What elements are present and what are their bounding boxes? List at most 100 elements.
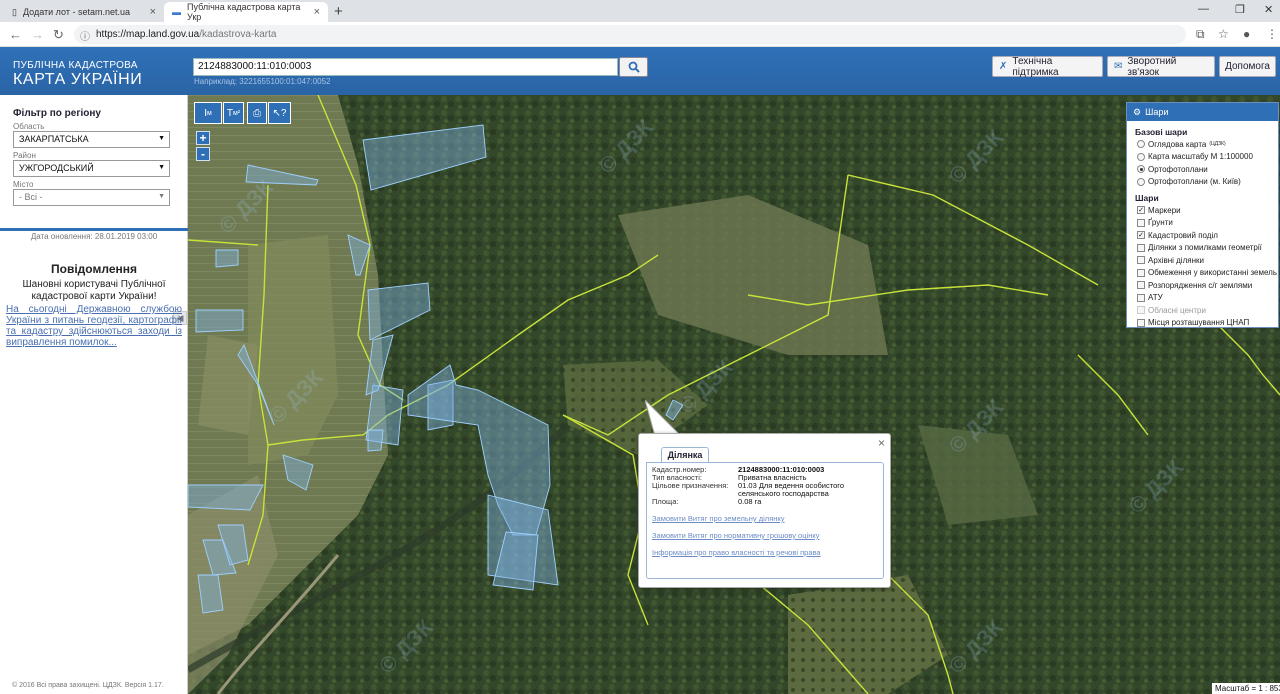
layer-label: Ґрунти xyxy=(1148,218,1173,228)
ownership-info-link[interactable]: Інформація про право власності та речові… xyxy=(652,548,878,557)
tab-parcel[interactable]: Ділянка xyxy=(661,447,709,462)
layer-restrictions[interactable]: Обмеження у використанні земель xyxy=(1137,268,1278,279)
close-tab-icon[interactable]: × xyxy=(314,6,320,18)
flag-icon: ▬ xyxy=(172,7,181,17)
layer-geometry-errors[interactable]: Ділянки з помилками геометрії xyxy=(1137,243,1278,254)
row-key: Цільове призначення: xyxy=(652,481,729,490)
maximize-icon[interactable]: ❐ xyxy=(1235,3,1245,16)
logo-line1: ПУБЛІЧНА КАДАСТРОВА xyxy=(13,60,138,71)
layers-title: Шари xyxy=(1145,107,1169,117)
parcel-info-body: Кадастр.номер: 2124883000:11:010:0003 Тип… xyxy=(646,462,884,579)
layer-label: Обласні центри xyxy=(1148,305,1206,315)
checkbox-checked[interactable]: ✓ xyxy=(1137,231,1145,240)
checkbox[interactable] xyxy=(1137,281,1145,290)
browser-tab-kadastr[interactable]: ▬ Публічна кадастрова карта Укр × xyxy=(164,2,328,22)
rayon-select[interactable]: УЖГОРОДСЬКИЙ ▼ xyxy=(13,160,170,177)
checkbox[interactable] xyxy=(1137,256,1145,265)
base-layer-orthophoto[interactable]: Ортофотоплани xyxy=(1137,164,1278,175)
reload-icon[interactable]: ↻ xyxy=(53,27,64,43)
base-layers-title: Базові шари xyxy=(1135,127,1188,137)
order-valuation-extract-link[interactable]: Замовити Витяг про нормативну грошову оц… xyxy=(652,531,878,540)
minimize-icon[interactable]: — xyxy=(1198,3,1209,15)
oblast-select[interactable]: ЗАКАРПАТСЬКА ▼ xyxy=(13,131,170,148)
address-bar: ← → ↻ ⓘ https://map.land.gov.ua/kadastro… xyxy=(0,22,1280,47)
misto-select[interactable]: - Всі - ▼ xyxy=(13,189,170,206)
browser-tab-setam[interactable]: ▯ Додати лот - setam.net.ua × xyxy=(4,2,164,22)
cadastral-search-input[interactable]: 2124883000:11:010:0003 xyxy=(193,58,618,76)
layer-soils[interactable]: Ґрунти xyxy=(1137,218,1278,229)
layer-cadastral[interactable]: ✓ Кадастровий поділ xyxy=(1137,230,1278,241)
print-button[interactable]: ⎙ xyxy=(247,102,267,124)
layer-cnap[interactable]: Місця розташування ЦНАП xyxy=(1137,318,1278,329)
measure-area-unit: м² xyxy=(232,109,241,117)
new-tab-button[interactable]: + xyxy=(334,3,343,20)
layer-label: Обмеження у використанні земель xyxy=(1148,268,1277,278)
help-button[interactable]: Допомога xyxy=(1219,56,1276,77)
translate-icon[interactable]: ⧉ xyxy=(1196,27,1205,42)
info-icon[interactable]: ⓘ xyxy=(80,28,90,43)
checkbox-checked[interactable]: ✓ xyxy=(1137,206,1145,215)
layer-label: Маркери xyxy=(1148,205,1181,215)
misto-label: Місто xyxy=(13,180,34,189)
measure-length-button[interactable]: Iм xyxy=(194,102,222,124)
checkbox[interactable] xyxy=(1137,243,1145,252)
bookmark-star-icon[interactable]: ☆ xyxy=(1218,27,1229,41)
logo-line2: КАРТА УКРАЇНИ xyxy=(13,71,143,88)
map-view[interactable]: © ДЗК © ДЗК © ДЗК © ДЗК © ДЗК © ДЗК © ДЗ… xyxy=(188,95,1280,694)
layer-agri-disposal[interactable]: Розпорядження с/г землями xyxy=(1137,280,1278,291)
layer-atu[interactable]: АТУ xyxy=(1137,293,1278,304)
identify-button[interactable]: ↖? xyxy=(268,102,291,124)
checkbox[interactable] xyxy=(1137,268,1145,277)
base-layer-label: Ортофотоплани (м. Київ) xyxy=(1148,177,1241,187)
parcel-row-area: Площа: 0.08 га xyxy=(652,498,878,506)
feedback-button[interactable]: ✉ Зворотний зв'язок xyxy=(1107,55,1215,78)
checkbox[interactable] xyxy=(1137,293,1145,302)
parcel-info-popup: × Ділянка Кадастр.номер: 2124883000:11:01… xyxy=(638,433,891,588)
url-field[interactable]: ⓘ https://map.land.gov.ua/kadastrova-kar… xyxy=(74,25,1186,44)
tools-icon: ✗ xyxy=(999,61,1008,72)
base-layer-orthophoto-kyiv[interactable]: Ортофотоплани (м. Київ) xyxy=(1137,177,1278,188)
checkbox[interactable] xyxy=(1137,218,1145,227)
radio-button[interactable] xyxy=(1137,152,1145,161)
divider xyxy=(0,228,188,231)
site-header: ПУБЛІЧНА КАДАСТРОВА КАРТА УКРАЇНИ 212488… xyxy=(0,47,1280,95)
radio-button[interactable] xyxy=(1137,140,1145,149)
radio-button[interactable] xyxy=(1137,177,1145,186)
zoom-in-button[interactable]: + xyxy=(196,131,210,145)
radio-button-selected[interactable] xyxy=(1137,165,1145,174)
back-icon[interactable]: ← xyxy=(9,27,22,42)
misto-value: - Всі - xyxy=(19,192,43,202)
layer-label: Ділянки з помилками геометрії xyxy=(1148,243,1262,253)
base-layer-map100k[interactable]: Карта масштабу М 1:100000 xyxy=(1137,152,1278,163)
row-value: 01.03 Для ведення особистого селянського… xyxy=(738,481,845,498)
layer-oblast-centers: Обласні центри xyxy=(1137,305,1278,316)
zoom-out-button[interactable]: - xyxy=(196,147,210,161)
layer-archive[interactable]: Архівні ділянки xyxy=(1137,255,1278,266)
checkbox[interactable] xyxy=(1137,318,1145,327)
browser-menu-icon[interactable]: ⋮ xyxy=(1266,27,1278,41)
parcel-row-purpose: Цільове призначення: 01.03 Для ведення ос… xyxy=(652,482,878,498)
close-tab-icon[interactable]: × xyxy=(150,6,156,18)
close-icon[interactable]: × xyxy=(878,436,885,450)
support-button[interactable]: ✗ Технічна підтримка xyxy=(992,56,1103,78)
forward-icon[interactable]: → xyxy=(31,27,44,42)
base-layer-overview[interactable]: Оглядова карта (ЦДЗК) xyxy=(1137,139,1278,150)
region-filter-sidebar: Фільтр по регіону Область ЗАКАРПАТСЬКА ▼ … xyxy=(0,95,188,694)
profile-icon[interactable]: ● xyxy=(1243,27,1250,41)
measure-area-button[interactable]: Tм² xyxy=(223,102,244,124)
dropdown-arrow-icon: ▼ xyxy=(158,164,165,171)
notice-link[interactable]: На сьогодні Державною службою України з … xyxy=(6,304,182,348)
feedback-label: Зворотний зв'язок xyxy=(1127,55,1177,78)
printer-icon: ⎙ xyxy=(253,107,261,119)
layer-label: АТУ xyxy=(1148,293,1163,303)
layer-label: Розпорядження с/г землями xyxy=(1148,280,1253,290)
popup-pointer xyxy=(645,400,682,436)
order-parcel-extract-link[interactable]: Замовити Витяг про земельну ділянку xyxy=(652,514,878,523)
help-label: Допомога xyxy=(1225,61,1270,72)
layer-label: Місця розташування ЦНАП xyxy=(1148,318,1250,328)
window-close-icon[interactable]: ✕ xyxy=(1264,3,1273,16)
layer-markers[interactable]: ✓ Маркери xyxy=(1137,205,1278,216)
tab-title: Додати лот - setam.net.ua xyxy=(22,7,130,17)
search-button[interactable] xyxy=(619,57,648,77)
layers-panel-header[interactable]: ⚙ Шари xyxy=(1127,103,1278,121)
